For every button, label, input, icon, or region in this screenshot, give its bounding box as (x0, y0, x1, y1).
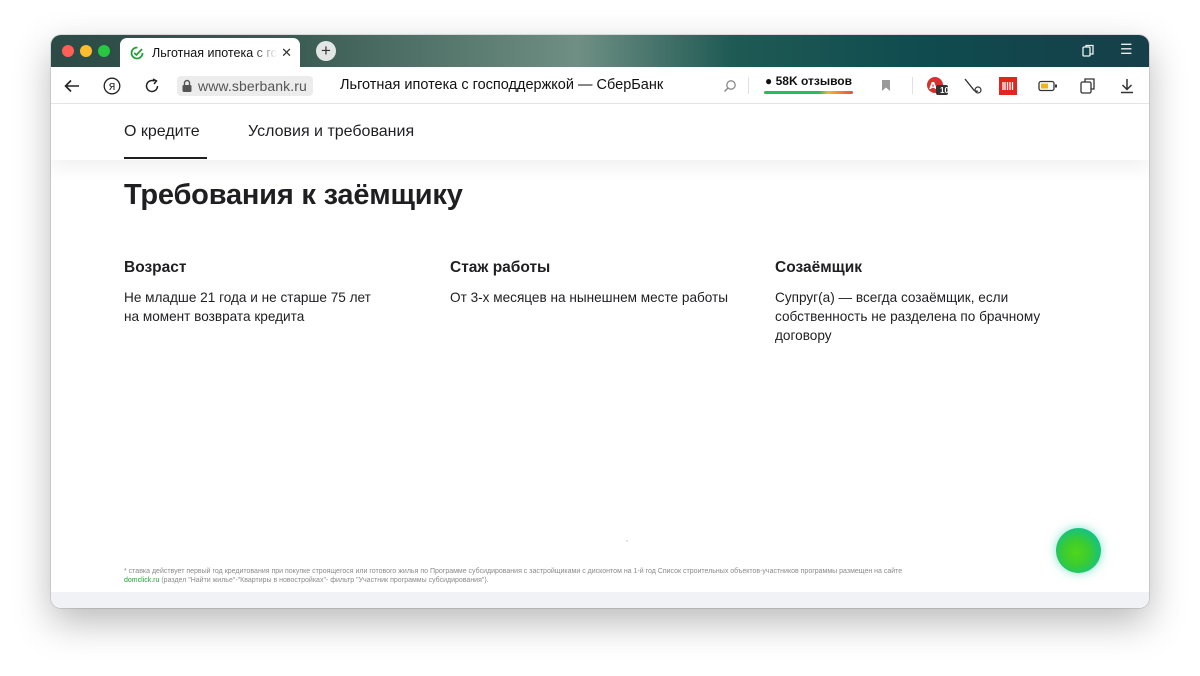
tab-title: Льготная ипотека с господдержкой — СберБ… (152, 45, 278, 60)
collections-button[interactable] (1077, 67, 1099, 104)
translate-extension-button[interactable]: A 10 (924, 67, 950, 104)
yandex-button[interactable]: Я (101, 67, 123, 104)
battery-icon (1038, 80, 1057, 91)
browser-tab[interactable]: Льготная ипотека с господдержкой — СберБ… (120, 38, 300, 67)
download-icon (1121, 78, 1133, 93)
requirement-coborrower: Созаёмщик Супруг(а) — всегда созаёмщик, … (775, 259, 1055, 345)
sber-logo-icon (130, 46, 144, 59)
requirement-age: Возраст Не младше 21 года и не старше 75… (124, 259, 404, 326)
reviews-label: 58K отзывов (775, 74, 852, 88)
toolbar-divider (912, 77, 913, 94)
footnote-tail: (раздел "Найти жилье"-"Квартиры в новост… (159, 577, 489, 584)
requirement-experience: Стаж работы От 3-х месяцев на нынешнем м… (450, 259, 730, 307)
bookmark-icon (882, 80, 890, 91)
back-icon (64, 79, 79, 92)
address-domain: www.sberbank.ru (198, 78, 307, 94)
address-chip[interactable]: www.sberbank.ru (177, 76, 313, 96)
requirement-heading: Возраст (124, 259, 187, 276)
reload-button[interactable] (141, 67, 163, 104)
requirement-text: Не младше 21 года и не старше 75 лет на … (124, 290, 371, 324)
toolbar-divider (748, 77, 749, 94)
footnote-text: * ставка действует первый год кредитован… (124, 568, 903, 575)
reviews-button[interactable]: ● 58K отзывов (764, 71, 853, 97)
back-button[interactable] (61, 67, 83, 104)
browser-window: Льготная ипотека с господдержкой — СберБ… (51, 35, 1149, 608)
menu-icon[interactable]: ☰ (1120, 41, 1133, 58)
requirement-text: От 3-х месяцев на нынешнем месте работы (450, 290, 729, 305)
collections-icon (1080, 77, 1095, 94)
minimize-window-button[interactable] (80, 45, 92, 57)
section-title: Требования к заёмщику (124, 179, 463, 211)
page-content: Требования к заёмщику Возраст Не младше … (51, 160, 1149, 592)
tab-about-credit[interactable]: О кредите (124, 123, 200, 141)
downloads-button[interactable] (1116, 67, 1138, 104)
domclick-link[interactable]: domclick.ru (124, 577, 159, 584)
sidebar-icon[interactable] (1081, 44, 1095, 58)
address-page-title[interactable]: Льготная ипотека с господдержкой — СберБ… (340, 77, 663, 93)
tab-bar: Льготная ипотека с господдержкой — СберБ… (51, 35, 1149, 67)
close-window-button[interactable] (62, 45, 74, 57)
zoom-window-button[interactable] (98, 45, 110, 57)
yandex-icon: Я (103, 77, 121, 94)
barcode-extension-button[interactable] (997, 67, 1019, 104)
browser-toolbar: Я www.sberbank.ru Льготная ипотека с гос… (51, 67, 1149, 104)
tab-conditions[interactable]: Условия и требования (248, 123, 414, 141)
extension-badge: 10 (940, 86, 949, 95)
page-bottom-strip (51, 592, 1149, 608)
lock-icon (182, 79, 192, 92)
speech-bubble-icon: ● (765, 74, 773, 88)
close-tab-icon[interactable]: ✕ (281, 46, 292, 59)
tools-extension-button[interactable] (961, 67, 985, 104)
site-nav: О кредите Условия и требования (51, 104, 1149, 160)
svg-text:Я: Я (109, 82, 116, 93)
footnote: * ставка действует первый год кредитован… (124, 567, 1064, 585)
new-tab-button[interactable]: + (316, 41, 336, 61)
decorative-dot (626, 540, 628, 542)
active-tab-indicator (124, 157, 207, 159)
svg-text:A: A (929, 81, 937, 92)
battery-extension-button[interactable] (1036, 67, 1060, 104)
tools-icon (964, 78, 982, 94)
barcode-icon (999, 76, 1017, 95)
requirement-heading: Стаж работы (450, 259, 551, 276)
requirement-heading: Созаёмщик (775, 259, 863, 276)
reload-icon (145, 77, 159, 92)
bookmark-button[interactable] (875, 67, 897, 104)
search-button[interactable] (719, 67, 741, 104)
search-icon (724, 79, 736, 92)
requirement-text: Супруг(а) — всегда созаёмщик, если собст… (775, 290, 1041, 343)
rating-bar (764, 91, 853, 94)
assistant-icon[interactable] (1056, 528, 1101, 573)
